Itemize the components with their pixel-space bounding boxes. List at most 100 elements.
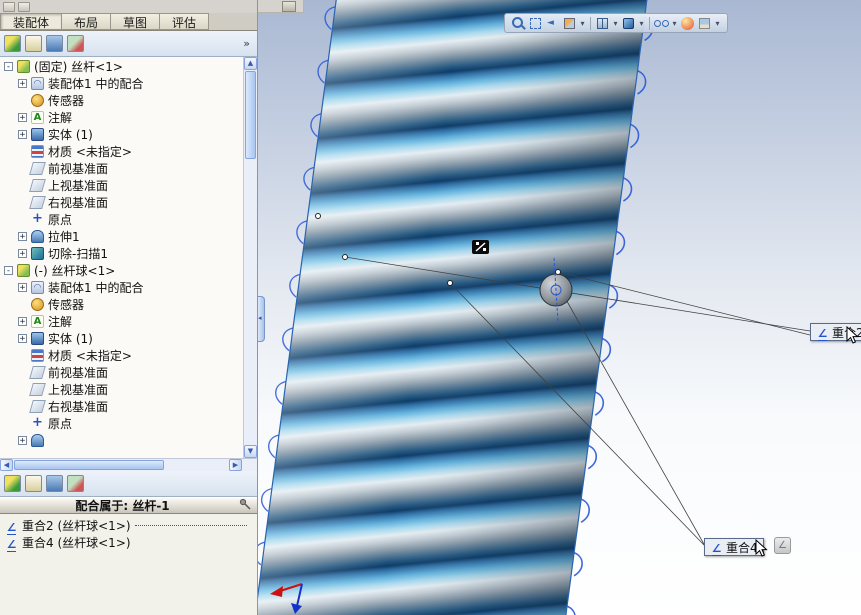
expand-toggle[interactable]: + — [18, 317, 27, 327]
dimxpert-manager-tab-icon[interactable] — [67, 475, 84, 492]
tree-item[interactable]: + 装配体1 中的配合 — [0, 279, 243, 296]
scroll-track[interactable] — [164, 459, 229, 471]
context-toolbar-ghost-button[interactable] — [774, 537, 791, 554]
scroll-thumb[interactable] — [14, 460, 164, 470]
configuration-manager-tab-icon[interactable] — [46, 35, 63, 52]
titlebar-icon-1[interactable] — [3, 1, 15, 12]
tab-layout[interactable]: 布局 — [61, 13, 111, 30]
expand-toggle[interactable]: + — [18, 113, 27, 123]
tree-item[interactable]: + 实体 (1) — [0, 330, 243, 347]
tab-assembly[interactable]: 装配体 — [0, 13, 62, 30]
tree-item[interactable]: - (固定) 丝杆<1> — [0, 58, 243, 75]
tree-item[interactable]: 前视基准面 — [0, 160, 243, 177]
solid-bodies-icon — [31, 128, 44, 141]
tree-item-label: 原点 — [48, 417, 73, 431]
scroll-left-button[interactable]: ◀ — [0, 459, 13, 471]
tree-item[interactable]: 右视基准面 — [0, 398, 243, 415]
tree-item[interactable]: 传感器 — [0, 92, 243, 109]
tab-sketch[interactable]: 草图 — [110, 13, 160, 30]
chevron-down-icon[interactable] — [579, 19, 586, 28]
view-orientation-icon[interactable] — [595, 16, 610, 31]
tree-item[interactable]: 上视基准面 — [0, 381, 243, 398]
tree-item[interactable]: - (-) 丝杆球<1> — [0, 262, 243, 279]
tree-item[interactable]: + 拉伸1 — [0, 228, 243, 245]
tree-item[interactable]: 原点 — [0, 211, 243, 228]
feature-manager-tab-icon[interactable] — [4, 35, 21, 52]
tree-item-label: 拉伸1 — [48, 230, 80, 244]
toolbar-separator — [649, 16, 650, 30]
hide-show-items-icon[interactable] — [654, 16, 669, 31]
tree-item[interactable]: 材质 <未指定> — [0, 347, 243, 364]
expand-toggle[interactable]: - — [4, 266, 13, 276]
expand-toggle[interactable]: + — [18, 79, 27, 89]
pushpin-icon[interactable] — [239, 498, 251, 513]
expand-toggle[interactable]: + — [18, 249, 27, 259]
tree-item[interactable]: 原点 — [0, 415, 243, 432]
panel-splitter[interactable] — [258, 296, 265, 342]
dimxpert-manager-tab-icon[interactable] — [67, 35, 84, 52]
tree-item[interactable]: 传感器 — [0, 296, 243, 313]
tree-item[interactable]: 右视基准面 — [0, 194, 243, 211]
graphics-area[interactable]: 重合2 重合4 — [258, 0, 861, 615]
tab-evaluate[interactable]: 评估 — [159, 13, 210, 30]
scroll-right-button[interactable]: ▶ — [229, 459, 242, 471]
mate-list-item[interactable]: 重合4 (丝杆球<1>) — [0, 534, 257, 551]
tree-item-label: 右视基准面 — [48, 196, 109, 210]
zoom-fit-icon[interactable] — [511, 16, 526, 31]
chevron-down-icon[interactable] — [714, 19, 721, 28]
tree-horizontal-scrollbar[interactable]: ◀ ▶ — [0, 458, 257, 471]
titlebar-icon-2[interactable] — [18, 1, 30, 12]
solid-bodies-icon — [31, 332, 44, 345]
chevron-down-icon[interactable] — [671, 19, 678, 28]
tree-item[interactable]: 前视基准面 — [0, 364, 243, 381]
tree-item-label: 传感器 — [48, 298, 85, 312]
pointer-cursor-icon — [846, 325, 859, 348]
scroll-down-button[interactable]: ▼ — [244, 445, 257, 458]
expand-toggle[interactable]: + — [18, 232, 27, 242]
previous-view-icon[interactable] — [545, 16, 560, 31]
chevron-down-icon[interactable] — [638, 19, 645, 28]
screw-model — [258, 0, 661, 615]
tree-item-label: 实体 (1) — [48, 128, 93, 142]
zoom-area-icon[interactable] — [528, 16, 543, 31]
display-style-icon[interactable] — [621, 16, 636, 31]
callout-label: 重合4 — [726, 540, 758, 555]
tree-item[interactable]: + 实体 (1) — [0, 126, 243, 143]
expand-toggle[interactable]: + — [18, 334, 27, 344]
tree-item[interactable]: + 注解 — [0, 313, 243, 330]
tree-item[interactable]: + 注解 — [0, 109, 243, 126]
tree-item[interactable]: + 装配体1 中的配合 — [0, 75, 243, 92]
pointer-cursor-icon — [755, 538, 768, 561]
apply-scene-icon[interactable] — [697, 16, 712, 31]
viewport-canvas — [258, 0, 811, 615]
scroll-thumb[interactable] — [245, 71, 256, 159]
scroll-up-button[interactable]: ▲ — [244, 57, 257, 70]
section-view-icon[interactable] — [562, 16, 577, 31]
tree-item[interactable]: + — [0, 432, 243, 449]
mate-list: 重合2 (丝杆球<1>) 重合4 (丝杆球<1>) — [0, 514, 257, 615]
material-icon — [31, 145, 44, 158]
heads-up-view-toolbar — [504, 13, 728, 33]
expand-toggle[interactable]: - — [4, 62, 13, 72]
property-manager-tab-icon[interactable] — [25, 35, 42, 52]
mate-panel-title: 配合属于: 丝杆-1 — [75, 499, 170, 513]
expand-toggle[interactable]: + — [18, 436, 27, 446]
toolbar-fragment-button[interactable] — [282, 1, 296, 12]
configuration-manager-tab-icon[interactable] — [46, 475, 63, 492]
expand-toggle[interactable]: + — [18, 283, 27, 293]
panel-overflow-button[interactable]: » — [243, 37, 253, 50]
tree-item[interactable]: 上视基准面 — [0, 177, 243, 194]
expand-toggle[interactable]: + — [18, 130, 27, 140]
tree-item[interactable]: 材质 <未指定> — [0, 143, 243, 160]
scroll-track[interactable] — [244, 160, 257, 445]
edit-appearance-icon[interactable] — [680, 16, 695, 31]
property-manager-tab-icon[interactable] — [25, 475, 42, 492]
chevron-down-icon[interactable] — [612, 19, 619, 28]
left-panel: 装配体 布局 草图 评估 » - (固定) 丝杆<1> + 装配体1 中的配合 传感… — [0, 0, 258, 615]
feature-manager-tab-icon[interactable] — [4, 475, 21, 492]
tree-item-label: 原点 — [48, 213, 73, 227]
tree-item[interactable]: + 切除-扫描1 — [0, 245, 243, 262]
mate-list-item[interactable]: 重合2 (丝杆球<1>) — [0, 517, 257, 534]
tree-vertical-scrollbar[interactable]: ▲ ▼ — [243, 57, 257, 458]
tree-item-label: 上视基准面 — [48, 383, 109, 397]
